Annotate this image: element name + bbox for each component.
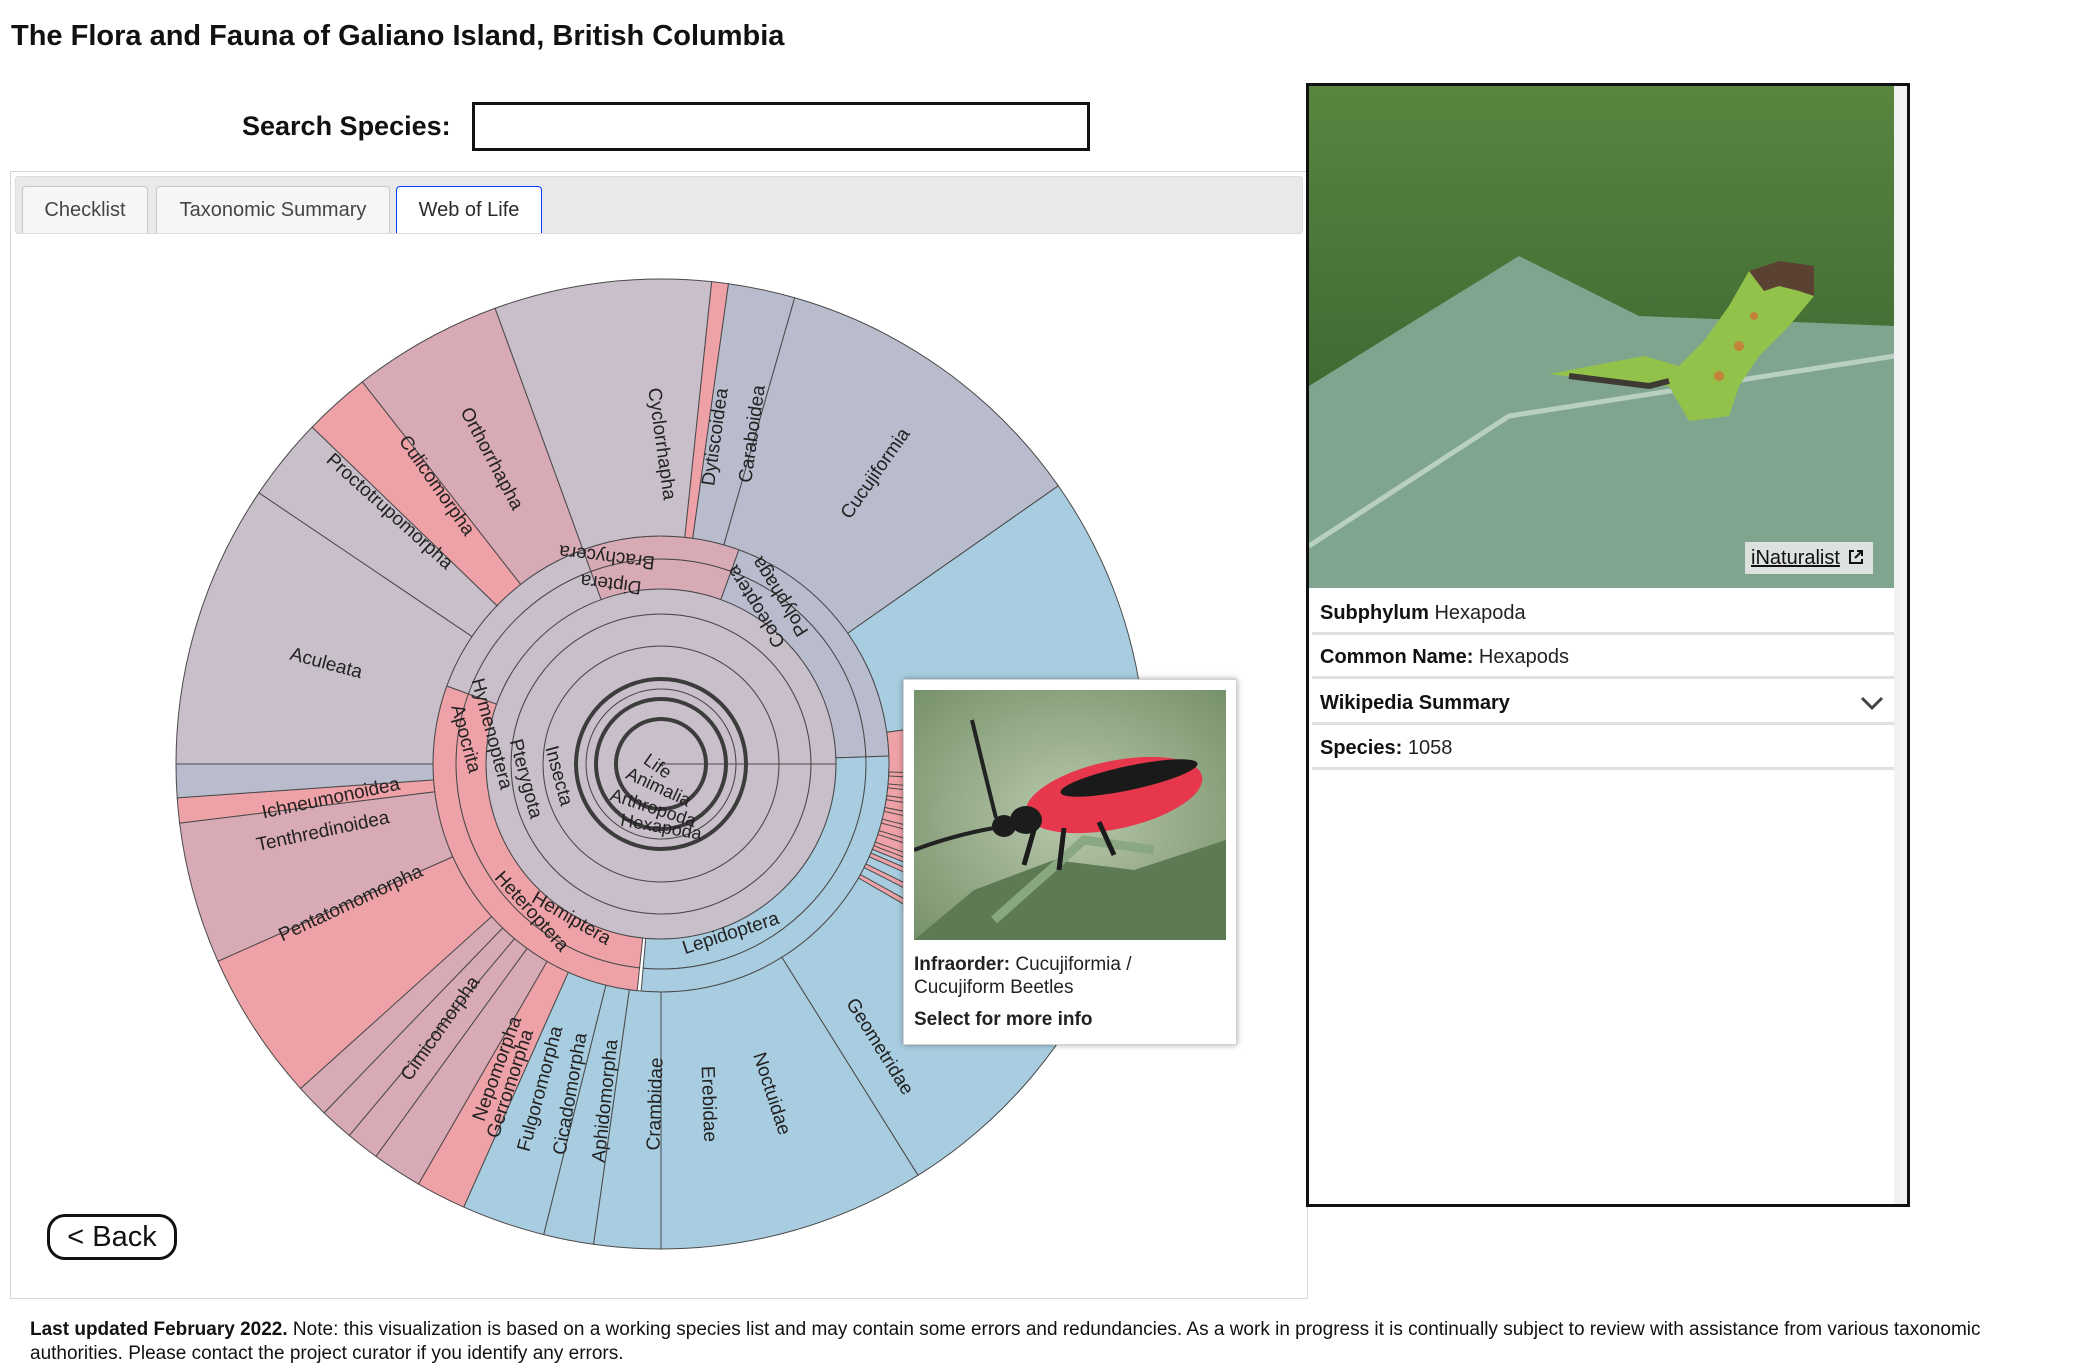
page-title: The Flora and Fauna of Galiano Island, B… <box>11 20 785 52</box>
footer-text: Note: this visualization is based on a w… <box>30 1319 1981 1364</box>
species-count-label: Species: <box>1320 737 1403 759</box>
panel-scrollbar[interactable] <box>1894 86 1907 1204</box>
inaturalist-link[interactable]: iNaturalist <box>1745 542 1873 574</box>
species-info-panel: iNaturalist Subphylum Hexapoda Common Na… <box>1306 83 1910 1207</box>
subphylum-row: Subphylum Hexapoda <box>1312 591 1895 635</box>
search-input[interactable] <box>472 102 1090 151</box>
subphylum-value: Hexapoda <box>1434 602 1526 624</box>
common-name-label: Common Name: <box>1320 646 1474 668</box>
species-tooltip: Infraorder: Cucujiformia / Cucujiform Be… <box>903 679 1237 1045</box>
species-count-value: 1058 <box>1407 737 1453 759</box>
wikipedia-summary-label: Wikipedia Summary <box>1320 692 1510 714</box>
chevron-down-icon <box>1860 696 1884 711</box>
sunburst-label-crambidae: Crambidae <box>643 1057 667 1151</box>
common-name-row: Common Name: Hexapods <box>1312 635 1895 679</box>
footer-note: Last updated February 2022. Note: this v… <box>30 1318 2040 1366</box>
tooltip-rank-line: Infraorder: Cucujiformia / Cucujiform Be… <box>914 953 1226 999</box>
species-count-row: Species: 1058 <box>1312 726 1895 770</box>
inaturalist-label: iNaturalist <box>1751 547 1840 569</box>
back-button[interactable]: < Back <box>47 1214 177 1260</box>
green-caterpillar-photo-icon <box>1309 86 1895 588</box>
common-name-value: Hexapods <box>1478 646 1569 668</box>
search-label: Search Species: <box>242 111 451 141</box>
tooltip-cta: Select for more info <box>914 1009 1093 1030</box>
tooltip-rank: Infraorder: <box>914 954 1011 975</box>
sunburst-label-erebidae: Erebidae <box>697 1066 721 1143</box>
main-panel: Checklist Taxonomic Summary Web of Life … <box>10 171 1308 1299</box>
footer-updated: Last updated February 2022. <box>30 1319 288 1340</box>
wikipedia-summary-toggle[interactable]: Wikipedia Summary <box>1312 681 1895 725</box>
external-link-icon <box>1849 550 1863 564</box>
subphylum-label: Subphylum <box>1320 602 1429 624</box>
red-beetle-photo-icon <box>914 690 1226 940</box>
